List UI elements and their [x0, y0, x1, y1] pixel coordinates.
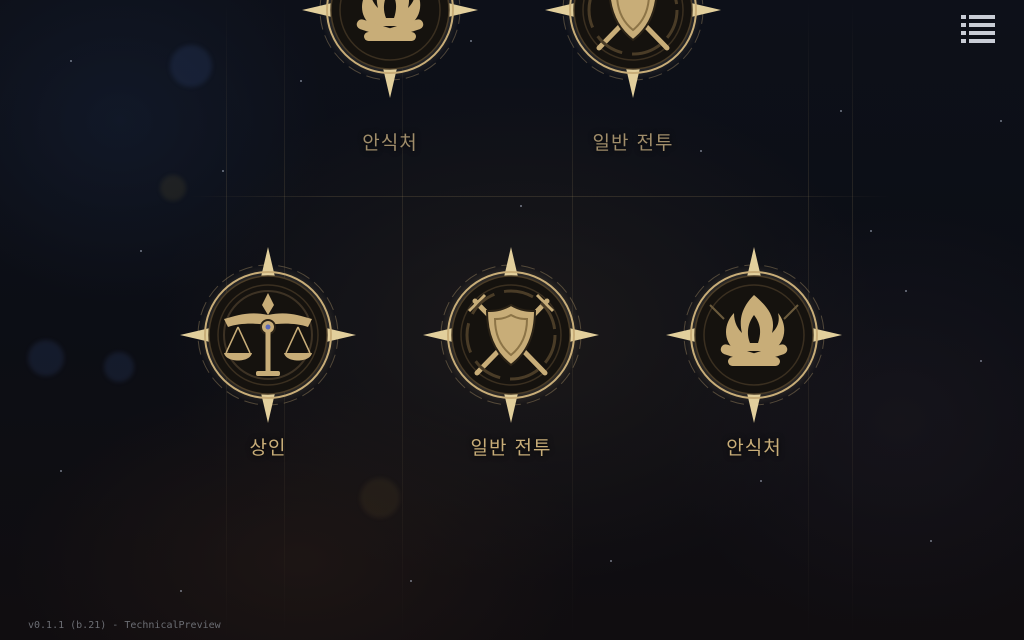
node-label: 상인 — [249, 437, 287, 459]
bokeh-light — [160, 175, 186, 201]
version-text: v0.1.1 (b.21) - TechnicalPreview — [28, 620, 221, 631]
list-menu-icon[interactable] — [958, 12, 998, 44]
crossed-swords-shield-icon — [545, 0, 721, 98]
map-node-battle[interactable]: 일반 전투 — [421, 245, 601, 465]
node-label: 안식처 — [362, 132, 418, 154]
map-node-battle-top[interactable]: 일반 전투 — [543, 0, 723, 154]
bokeh-light — [28, 340, 64, 376]
campfire-icon — [666, 247, 842, 423]
bokeh-light — [360, 478, 400, 518]
node-label: 안식처 — [726, 437, 782, 459]
campfire-icon — [302, 0, 478, 98]
map-node-rest-top[interactable]: 안식처 — [300, 0, 480, 154]
map-node-merchant[interactable]: 상인 — [178, 245, 358, 465]
bokeh-light — [104, 352, 134, 382]
map-node-rest[interactable]: 안식처 — [664, 245, 844, 465]
node-label: 일반 전투 — [592, 132, 674, 154]
bokeh-light — [170, 45, 212, 87]
path-line — [190, 196, 890, 197]
map-background: 안식처 일반 전투 상인 일반 전투 안식처 v0.1.1 (b.21) - T… — [0, 0, 1024, 640]
scales-icon — [180, 247, 356, 423]
path-line — [852, 0, 853, 640]
crossed-swords-shield-icon — [423, 247, 599, 423]
node-label: 일반 전투 — [470, 437, 552, 459]
